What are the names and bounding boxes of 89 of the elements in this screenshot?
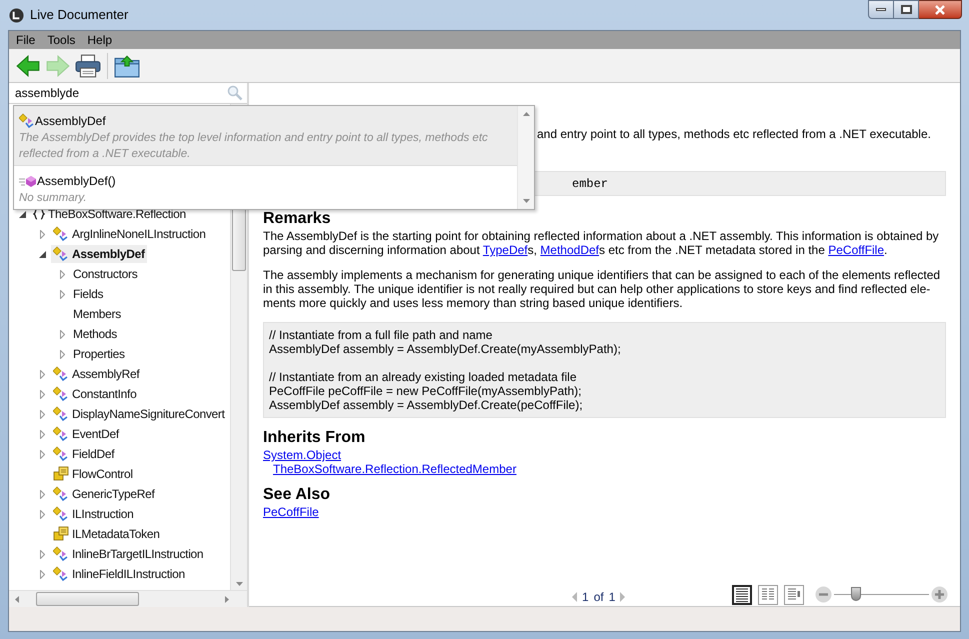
link[interactable]: TypeDef	[482, 243, 528, 257]
close-icon	[934, 4, 946, 14]
enum-icon	[53, 526, 69, 542]
scrollbar-thumb[interactable]	[36, 592, 139, 606]
tree-item[interactable]: GenericTypeRef	[51, 485, 157, 503]
search-icon	[227, 85, 243, 101]
scroll-right-icon[interactable]	[225, 596, 229, 603]
window-title: Live Documenter	[30, 6, 128, 24]
link[interactable]: System.Object	[263, 448, 342, 462]
tree-item[interactable]: AssemblyDef	[51, 245, 147, 263]
menu-item[interactable]: Tools	[42, 31, 80, 49]
page-layout-icon	[734, 587, 750, 603]
tree-item[interactable]: DisplayNameSignitureConvert	[51, 405, 227, 423]
tree-item[interactable]: ConstantInfo	[51, 385, 138, 403]
link[interactable]: PeCoffFile	[263, 505, 319, 519]
suggestion-label: AssemblyDef	[35, 113, 106, 130]
scroll-left-icon[interactable]	[15, 596, 19, 603]
tree-item[interactable]: EventDef	[51, 425, 121, 443]
code-line: AssemblyDef assembly = AssemblyDef.Create(myAssemblyPath);	[269, 342, 622, 356]
class-icon	[53, 406, 69, 422]
suggestion-summary: The AssemblyDef provides the top level information and entry point to all types, methods etc reflected from a .NET executable.	[19, 131, 489, 162]
remarks-paragraph: The AssemblyDef is the starting point for obtaining reflected information about a .NET assembly. This information is obtained by parsing and discerning information about TypeDefs, MethodDefs etc from the .NET metadata stored in the PeCoffFile.	[263, 229, 940, 257]
section-heading: Remarks	[263, 209, 332, 229]
tree-item[interactable]: FieldDef	[51, 445, 116, 463]
section-heading: See Also	[263, 485, 331, 505]
code-line: AssemblyDef assembly = AssemblyDef.Create(peCoffFile);	[269, 398, 584, 412]
method-icon	[19, 174, 37, 188]
class-icon	[53, 426, 69, 442]
scroll-down-icon[interactable]	[236, 582, 243, 586]
page-total: 1	[608, 589, 616, 606]
class-icon	[53, 566, 69, 582]
minimize-button[interactable]	[868, 0, 894, 19]
remarks-paragraph: The assembly implements a mechanism for generating unique identifiers that can be assigned to each of the elements reflected in this assembly. The unique identifier is not really required but can help other applications to store keys and find reflected ele-ments more quickly and uses less memory than string based unique identifiers.	[263, 268, 942, 310]
popup-scrollbar[interactable]	[517, 106, 534, 209]
tree-item[interactable]: Properties	[71, 345, 127, 363]
maximize-button[interactable]	[894, 0, 919, 19]
class-icon	[53, 546, 69, 562]
tree-item[interactable]: AssemblyRef	[51, 365, 142, 383]
suggestion-summary: No summary.	[19, 191, 88, 206]
tree-item[interactable]: InlineBrTargetILInstruction	[51, 545, 206, 563]
app-logo-icon	[9, 8, 24, 22]
scroll-down-icon[interactable]	[523, 199, 530, 203]
page-of-label: of	[594, 589, 604, 606]
class-icon	[53, 506, 69, 522]
page-number: 1	[582, 589, 589, 606]
suggestion-item[interactable]: AssemblyDef() No summary.	[14, 166, 517, 209]
scroll-up-icon[interactable]	[523, 112, 530, 116]
tree-item[interactable]: Constructors	[71, 265, 140, 283]
link[interactable]: TheBoxSoftware.Reflection.ReflectedMember	[273, 462, 516, 476]
tree-item[interactable]: ArgInlineNoneILInstruction	[51, 225, 208, 243]
namespace-icon	[33, 208, 45, 220]
previous-page-icon[interactable]	[572, 592, 577, 602]
menu-item[interactable]: Help	[82, 31, 118, 49]
class-icon	[53, 486, 69, 502]
slider-thumb[interactable]	[851, 587, 861, 601]
close-button[interactable]	[919, 0, 962, 19]
search-field[interactable]: assemblyde	[9, 84, 227, 102]
tree-item[interactable]: Methods	[71, 325, 119, 343]
view-columns-button[interactable]	[758, 585, 778, 605]
code-line: // Instantiate from a full file path and name	[269, 328, 494, 342]
horizontal-scrollbar[interactable]	[9, 590, 247, 607]
suggestion-label: AssemblyDef()	[37, 173, 116, 190]
link[interactable]: PeCoffFile	[828, 243, 884, 257]
class-icon	[53, 366, 69, 382]
class-icon	[53, 246, 69, 262]
zoom-out-icon[interactable]	[815, 586, 832, 603]
tree-item[interactable]: ILMetadataToken	[51, 525, 162, 543]
tree-item[interactable]: ILInstruction	[51, 505, 136, 523]
class-icon	[53, 386, 69, 402]
zoom-slider[interactable]	[834, 586, 929, 603]
menu-item[interactable]: File	[11, 31, 40, 49]
class-icon	[53, 446, 69, 462]
code-line: // Instantiate from an already existing loaded metadata file	[269, 370, 578, 384]
code-line: PeCoffFile peCoffFile = new PeCoffFile(myAssemblyPath);	[269, 384, 582, 398]
view-single-button[interactable]	[732, 585, 752, 605]
class-icon	[53, 226, 69, 242]
summary-text: and entry point to all types, methods etc reflected from a .NET executable.	[537, 127, 931, 141]
section-heading: Inherits From	[263, 428, 366, 448]
tree-item[interactable]: Fields	[71, 285, 106, 303]
link[interactable]: MethodDef	[540, 243, 599, 257]
enum-icon	[53, 466, 69, 482]
view-sidebar-button[interactable]	[784, 585, 804, 605]
tree-item[interactable]: InlineFieldILInstruction	[51, 565, 187, 583]
class-icon	[19, 113, 35, 129]
next-page-icon[interactable]	[620, 592, 626, 602]
zoom-in-icon[interactable]	[931, 586, 948, 603]
suggestion-item[interactable]: AssemblyDef The AssemblyDef provides the top level information and entry point to all types, methods etc reflected from a .NET executable.	[14, 106, 517, 166]
tree-item[interactable]: FlowControl	[51, 465, 135, 483]
tree-item[interactable]: Members	[71, 305, 123, 323]
